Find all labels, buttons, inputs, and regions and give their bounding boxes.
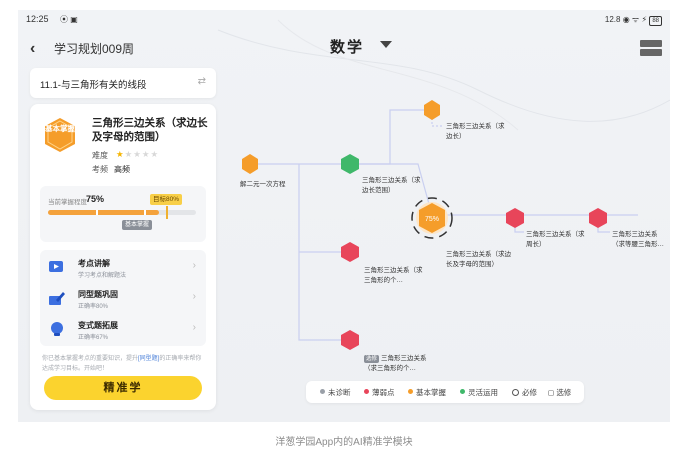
star-icon: ★ xyxy=(116,149,125,159)
legend-undiagnosed: 未诊断 xyxy=(320,387,351,398)
action-lecture[interactable]: 考点讲解 学习考点和解题法 › xyxy=(40,252,206,282)
chevron-right-icon: › xyxy=(192,322,196,333)
difficulty-stars: ★★★★★ xyxy=(116,149,159,160)
battery-icon: 88 xyxy=(649,16,662,26)
map-node-label: 三角形三边关系（求边长范围） xyxy=(362,177,421,194)
action-title: 变式题拓展 xyxy=(78,321,118,330)
legend-basic: 基本掌握 xyxy=(408,387,446,398)
legend-weak: 薄弱点 xyxy=(364,387,395,398)
map-node-label: 解二元一次方程 xyxy=(240,181,286,188)
frequency-value: 高频 xyxy=(114,165,130,174)
action-subtitle: 学习考点和解题法 xyxy=(78,273,127,279)
goal-tag: 目标80% xyxy=(150,194,183,205)
mastery-label: 当前掌握程度 xyxy=(48,199,87,206)
status-bar: 12:25 ⦿ ▣ 12.8 ◉ ᯤ ⚡ 88 xyxy=(18,10,670,30)
action-title: 考点讲解 xyxy=(78,259,110,268)
mastery-badge-text: 基本掌握 xyxy=(45,124,75,133)
difficulty-label: 难度 xyxy=(92,151,108,160)
map-node-label: 三角形三边关系（求等腰三角形… xyxy=(612,231,664,248)
start-precise-learning-button[interactable]: 精准学 xyxy=(44,376,202,400)
action-extension[interactable]: 变式题拓展 正确率67% › xyxy=(40,314,206,344)
map-node-label: 三角形三边关系（求边长及字母的范围） xyxy=(446,251,511,268)
location-icon: ⦿ ▣ xyxy=(60,15,78,24)
center-mastery-value: 75% xyxy=(425,216,439,223)
back-button[interactable]: ‹ xyxy=(30,40,35,58)
video-icon xyxy=(49,261,63,272)
map-node-n3[interactable] xyxy=(424,100,440,120)
map-node-n5[interactable] xyxy=(506,208,524,228)
swap-icon[interactable]: ⇄ xyxy=(198,76,206,87)
map-node-n1[interactable] xyxy=(242,154,258,174)
section-title: 11.1-与三角形有关的线段 xyxy=(40,80,147,91)
status-time: 12:25 xyxy=(26,14,49,24)
subject-selector[interactable]: 数学 xyxy=(330,36,364,57)
chevron-left-icon: ‹ xyxy=(30,40,36,57)
action-title: 同型题巩固 xyxy=(78,290,118,299)
star-icon: ★ xyxy=(141,149,151,159)
map-node-n7[interactable] xyxy=(341,242,359,262)
map-node-n2[interactable] xyxy=(341,154,359,174)
map-node-n8[interactable] xyxy=(341,330,359,350)
chevron-right-icon: › xyxy=(192,291,196,302)
frequency: 考频 高频 xyxy=(92,164,130,175)
map-node-label: 三角形三边关系（求周长） xyxy=(526,231,585,248)
action-subtitle: 正确率67% xyxy=(78,335,109,341)
wifi-icon: ◉ ᯤ ⚡ xyxy=(622,15,648,24)
hint-text: 你已基本掌握考点的重要知识，提升[同型题]的正确率来帮你达成学习目标。开始吧！ xyxy=(42,356,202,372)
bulb-icon xyxy=(51,322,63,336)
knowledge-point-title: 三角形三边关系（求边长及字母的范围） xyxy=(92,117,208,143)
star-icon: ★ xyxy=(150,149,160,159)
map-legend: 未诊断 薄弱点 基本掌握 灵活运用 必修 ◻ 选修 xyxy=(306,381,584,403)
frequency-label: 考频 xyxy=(92,165,108,174)
caret-down-icon[interactable] xyxy=(380,41,392,48)
status-right: 12.8 ◉ ᯤ ⚡ 88 xyxy=(605,14,662,26)
mastery-progress-bar xyxy=(48,206,196,219)
action-subtitle: 正确率80% xyxy=(78,304,109,310)
plan-title: 学习规划009周 xyxy=(54,42,135,56)
action-practice[interactable]: 同型题巩固 正确率80% › xyxy=(40,283,206,313)
mastery-panel: 当前掌握程度 75% 目标80% 基本掌握 xyxy=(40,186,206,242)
map-node-label-optional: 选修 三角形三边关系（求三角形的个… xyxy=(364,354,428,374)
signal-speed: 12.8 xyxy=(604,15,621,24)
hint-link[interactable]: [同型题] xyxy=(138,356,159,362)
level-tag: 基本掌握 xyxy=(122,220,153,230)
image-caption: 洋葱学园App内的AI精准学模块 xyxy=(275,437,413,448)
map-node-label: 三角形三边关系（求三角形的个… xyxy=(364,267,423,284)
optional-tag: 选修 xyxy=(364,355,380,363)
mastery-value: 75% xyxy=(86,194,105,204)
section-selector[interactable]: 11.1-与三角形有关的线段 ⇄ xyxy=(30,68,216,98)
app-screen: 75% 解二元一次方程 三角形三边关系（求边长范围） 三角形三边关系（求边长） … xyxy=(18,10,670,422)
chevron-right-icon: › xyxy=(192,260,196,271)
mastery-progress-fill xyxy=(48,210,159,215)
legend-required: 必修 xyxy=(512,387,537,398)
map-node-n6[interactable] xyxy=(589,208,607,228)
pencil-icon xyxy=(49,292,65,305)
star-icon: ★ xyxy=(133,149,142,159)
action-list: 考点讲解 学习考点和解题法 › 同型题巩固 正确率80% › 变式题拓展 正确率… xyxy=(40,250,206,346)
goal-marker xyxy=(166,206,168,219)
legend-optional: ◻ 选修 xyxy=(548,388,572,397)
knowledge-point-card: 基本掌握 三角形三边关系（求边长及字母的范围） 难度 ★★★★★ 考频 高频 当前… xyxy=(30,104,216,410)
star-icon: ★ xyxy=(124,149,134,159)
legend-flexible: 灵活运用 xyxy=(460,387,498,398)
map-node-label: 三角形三边关系（求边长） xyxy=(446,123,505,140)
menu-icon[interactable] xyxy=(640,40,662,58)
